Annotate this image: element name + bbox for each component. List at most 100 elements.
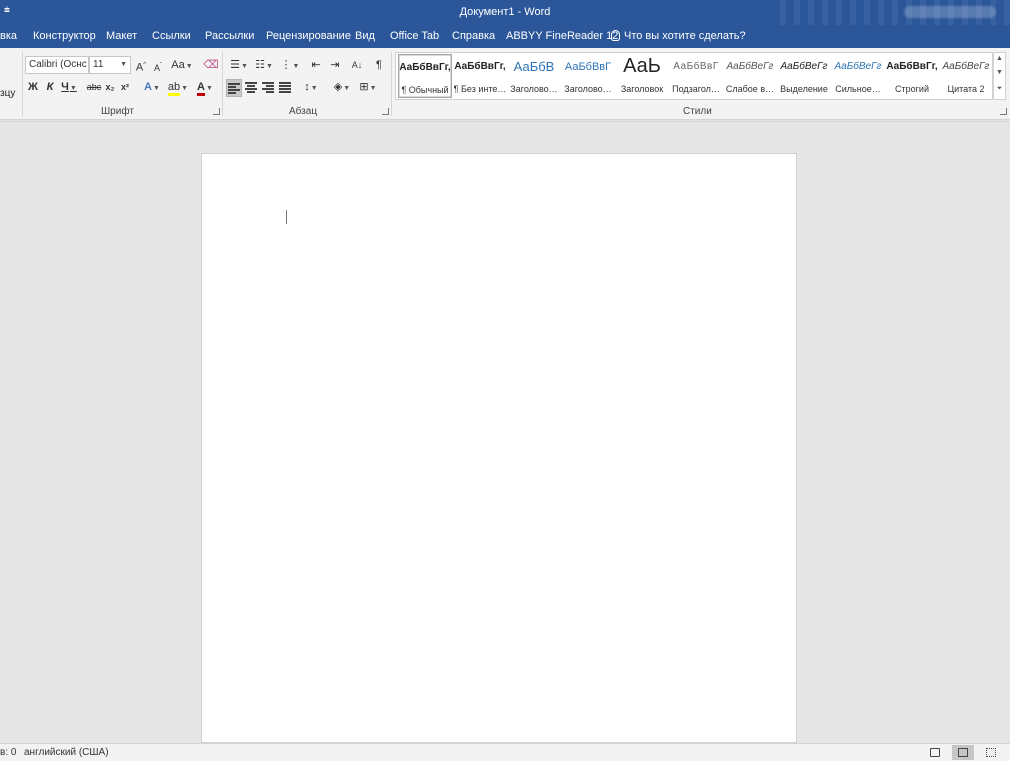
highlighter-icon: ab bbox=[167, 81, 181, 96]
underline-button[interactable]: Ч▼ bbox=[60, 78, 78, 96]
font-name-value: Calibri (Оснс bbox=[29, 59, 87, 70]
ribbon: зцу Calibri (Оснс 11 ▼ A^ Aˇ Aa▼ ⌫ Ж К Ч… bbox=[0, 48, 1010, 120]
style-name: Заголово… bbox=[510, 84, 558, 94]
page-icon bbox=[958, 748, 968, 757]
paragraph-dialog-launcher-icon[interactable] bbox=[382, 108, 389, 115]
change-case-button[interactable]: Aa▼ bbox=[170, 56, 194, 74]
line-spacing-button[interactable]: ↕▼ bbox=[300, 78, 322, 96]
style-normal[interactable]: АаБбВвГг, ¶ Обычный bbox=[398, 54, 452, 98]
group-separator bbox=[391, 52, 392, 116]
decrease-indent-icon: ⇤ bbox=[311, 59, 321, 71]
font-dialog-launcher-icon[interactable] bbox=[213, 108, 220, 115]
tab-abbyy[interactable]: ABBYY FineReader 12 bbox=[506, 30, 618, 42]
title-bar: ⩧ Документ1 - Word bbox=[0, 0, 1010, 48]
style-quote[interactable]: АаБбВеГг Цитата 2 bbox=[939, 54, 993, 98]
style-emphasis[interactable]: АаБбВеГг Выделение bbox=[777, 54, 831, 98]
text-effects-button[interactable]: A▼ bbox=[141, 78, 163, 96]
clipboard-format-painter-label[interactable]: зцу bbox=[0, 88, 15, 99]
superscript-button[interactable]: x² bbox=[119, 78, 131, 96]
account-name-blurred[interactable] bbox=[904, 6, 996, 18]
language-indicator[interactable]: английский (США) bbox=[24, 747, 109, 758]
style-subtitle[interactable]: АаБбВвГ Подзагол… bbox=[669, 54, 723, 98]
font-color-icon: A bbox=[197, 81, 205, 96]
tab-design[interactable]: Конструктор bbox=[33, 30, 96, 42]
shading-button[interactable]: ◈▼ bbox=[331, 78, 353, 96]
tab-office-tab[interactable]: Office Tab bbox=[390, 30, 439, 42]
word-count[interactable]: в: 0 bbox=[0, 747, 16, 758]
style-heading-2[interactable]: АаБбВвГ Заголово… bbox=[561, 54, 615, 98]
align-center-button[interactable] bbox=[244, 79, 260, 97]
subscript-button[interactable]: x₂ bbox=[104, 78, 116, 96]
bullet-list-icon: ☰ bbox=[230, 59, 240, 71]
font-size-value: 11 bbox=[93, 59, 104, 70]
style-title[interactable]: АаЬ Заголовок bbox=[615, 54, 669, 98]
styles-gallery: АаБбВвГг, ¶ Обычный АаБбВвГг, ¶ Без инте… bbox=[395, 52, 993, 100]
font-color-button[interactable]: A▼ bbox=[193, 78, 217, 96]
strikethrough-button[interactable]: abc bbox=[86, 78, 102, 96]
paint-bucket-icon: ◈ bbox=[333, 81, 343, 93]
borders-button[interactable]: ⊞▼ bbox=[357, 78, 379, 96]
tab-mailings[interactable]: Рассылки bbox=[205, 30, 254, 42]
multilevel-list-icon: ⋮ bbox=[280, 59, 292, 71]
chevron-down-icon: ▼ bbox=[120, 61, 127, 68]
style-subtle-emphasis[interactable]: АаБбВеГг Слабое в… bbox=[723, 54, 777, 98]
styles-gallery-scroll[interactable]: ▲ ▼ ⏷ bbox=[993, 52, 1006, 100]
group-separator bbox=[22, 52, 23, 116]
bold-button[interactable]: Ж bbox=[27, 78, 39, 96]
decrease-indent-button[interactable]: ⇤ bbox=[309, 56, 323, 74]
tab-references[interactable]: Ссылки bbox=[152, 30, 191, 42]
style-name: ¶ Обычный bbox=[401, 85, 449, 95]
increase-indent-button[interactable]: ⇥ bbox=[328, 56, 342, 74]
borders-icon: ⊞ bbox=[359, 81, 369, 93]
clear-formatting-button[interactable]: ⌫ bbox=[203, 56, 219, 74]
align-right-button[interactable] bbox=[261, 79, 277, 97]
sort-button[interactable]: A↓ bbox=[350, 56, 364, 74]
tab-layout[interactable]: Макет bbox=[106, 30, 137, 42]
style-sample: АаЬ bbox=[623, 55, 661, 77]
style-sample: АаБбВ bbox=[513, 59, 555, 74]
styles-group-label: Стили bbox=[683, 106, 712, 117]
styles-dialog-launcher-icon[interactable] bbox=[1000, 108, 1007, 115]
align-left-icon bbox=[228, 83, 242, 95]
tab-help[interactable]: Справка bbox=[452, 30, 495, 42]
numbering-button[interactable]: ☷▼ bbox=[253, 56, 275, 74]
tab-view[interactable]: Вид bbox=[355, 30, 375, 42]
increase-indent-icon: ⇥ bbox=[330, 59, 340, 71]
grow-font-button[interactable]: A^ bbox=[135, 56, 147, 74]
style-name: Заголовок bbox=[620, 84, 664, 94]
style-intense-emphasis[interactable]: АаБбВеГг Сильное… bbox=[831, 54, 885, 98]
read-mode-button[interactable] bbox=[924, 745, 946, 760]
scroll-up-icon[interactable]: ▲ bbox=[994, 55, 1005, 62]
style-strong[interactable]: АаБбВвГг, Строгий bbox=[885, 54, 939, 98]
text-cursor bbox=[286, 210, 287, 224]
status-bar: в: 0 английский (США) bbox=[0, 743, 1010, 761]
bullets-button[interactable]: ☰▼ bbox=[228, 56, 250, 74]
justify-icon bbox=[279, 82, 293, 94]
tab-insert[interactable]: вка bbox=[0, 30, 17, 42]
change-case-icon: Aa bbox=[171, 59, 185, 71]
align-left-button[interactable] bbox=[226, 79, 242, 97]
ribbon-tab-bar: вка Конструктор Макет Ссылки Рассылки Ре… bbox=[0, 25, 1010, 48]
print-layout-button[interactable] bbox=[952, 745, 974, 760]
style-heading-1[interactable]: АаБбВ Заголово… bbox=[507, 54, 561, 98]
scroll-down-icon[interactable]: ▼ bbox=[994, 69, 1005, 76]
document-page[interactable] bbox=[201, 153, 797, 743]
highlight-button[interactable]: ab▼ bbox=[166, 78, 190, 96]
multilevel-list-button[interactable]: ⋮▼ bbox=[279, 56, 301, 74]
numbered-list-icon: ☷ bbox=[255, 59, 265, 71]
web-layout-button[interactable] bbox=[980, 745, 1002, 760]
style-name: Выделение bbox=[780, 84, 828, 94]
style-no-spacing[interactable]: АаБбВвГг, ¶ Без инте… bbox=[453, 54, 507, 98]
more-styles-icon[interactable]: ⏷ bbox=[994, 85, 1005, 93]
font-size-combobox[interactable]: 11 ▼ bbox=[89, 56, 131, 74]
style-name: ¶ Без инте… bbox=[453, 84, 507, 94]
show-formatting-marks-button[interactable]: ¶ bbox=[373, 56, 385, 74]
tell-me-box[interactable]: Что вы хотите сделать? bbox=[611, 30, 746, 42]
align-center-icon bbox=[245, 82, 259, 94]
font-name-combobox[interactable]: Calibri (Оснс bbox=[25, 56, 89, 74]
book-icon bbox=[930, 748, 940, 757]
tab-review[interactable]: Рецензирование bbox=[266, 30, 351, 42]
shrink-font-button[interactable]: Aˇ bbox=[152, 57, 164, 75]
justify-button[interactable] bbox=[278, 79, 294, 97]
italic-button[interactable]: К bbox=[44, 78, 56, 96]
